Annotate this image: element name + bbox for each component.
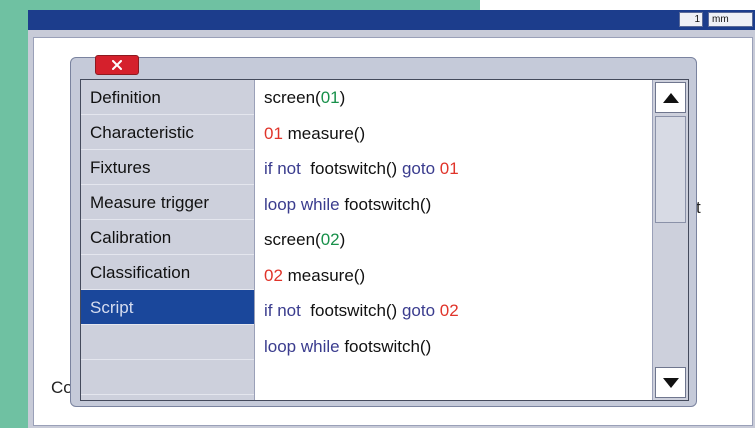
- script-line[interactable]: 01 measure(): [255, 116, 652, 152]
- script-token: loop while: [264, 194, 340, 214]
- script-token: 02: [264, 265, 283, 285]
- script-line[interactable]: screen(02): [255, 222, 652, 258]
- category-item-measure-trigger[interactable]: Measure trigger: [81, 185, 254, 220]
- scroll-up-button[interactable]: [655, 82, 686, 113]
- script-token: 02: [320, 230, 340, 249]
- script-token: loop while: [264, 336, 340, 356]
- arrow-up-icon: [662, 92, 679, 103]
- script-token: measure(): [282, 123, 366, 143]
- unit-selector[interactable]: mm: [708, 12, 753, 27]
- script-token: measure(): [282, 265, 366, 285]
- arrow-down-icon: [662, 377, 679, 388]
- script-token: 01: [435, 159, 459, 178]
- category-item-characteristic[interactable]: Characteristic: [81, 115, 254, 150]
- script-token: ): [339, 230, 346, 249]
- scroll-down-button[interactable]: [655, 367, 686, 398]
- script-token: goto: [401, 159, 436, 178]
- script-token: screen(: [264, 230, 321, 249]
- close-button[interactable]: [95, 55, 139, 75]
- script-line[interactable]: screen(01): [255, 80, 652, 116]
- script-token: footswitch(): [300, 301, 402, 320]
- settings-dialog: Definition Characteristic Fixtures Measure …: [70, 55, 697, 407]
- category-list: Definition Characteristic Fixtures Measure …: [81, 80, 255, 400]
- dialog-body: Definition Characteristic Fixtures Measure …: [80, 79, 689, 401]
- category-item-fixtures[interactable]: Fixtures: [81, 150, 254, 185]
- scroll-thumb[interactable]: [655, 116, 686, 223]
- category-item-calibration[interactable]: Calibration: [81, 220, 254, 255]
- script-token: 02: [435, 301, 459, 320]
- script-token: footswitch(): [339, 194, 432, 214]
- category-item-definition[interactable]: Definition: [81, 80, 254, 115]
- script-token: footswitch(): [339, 336, 432, 356]
- script-line[interactable]: loop while footswitch(): [255, 187, 652, 223]
- scrollbar[interactable]: [652, 80, 688, 400]
- script-token: if not: [264, 159, 301, 178]
- category-item-empty: [81, 360, 254, 395]
- script-token: ): [339, 88, 346, 107]
- top-strip: [480, 0, 755, 10]
- script-token: footswitch(): [300, 159, 402, 178]
- script-editor[interactable]: screen(01) 01 measure() if not footswitch(…: [255, 80, 652, 400]
- title-bar: 1 mm: [28, 10, 755, 30]
- script-line[interactable]: 02 measure(): [255, 258, 652, 294]
- unit-value-field[interactable]: 1: [679, 12, 703, 27]
- script-token: goto: [401, 301, 436, 320]
- close-icon: [112, 60, 122, 70]
- script-token: if not: [264, 301, 301, 320]
- script-line[interactable]: if not footswitch() goto 02: [255, 293, 652, 329]
- category-item-classification[interactable]: Classification: [81, 255, 254, 290]
- script-token: 01: [320, 88, 340, 107]
- script-token: 01: [264, 123, 283, 143]
- script-line[interactable]: loop while footswitch(): [255, 329, 652, 365]
- script-token: screen(: [264, 88, 321, 107]
- category-item-empty: [81, 325, 254, 360]
- script-line[interactable]: if not footswitch() goto 01: [255, 151, 652, 187]
- category-item-script[interactable]: Script: [81, 290, 254, 325]
